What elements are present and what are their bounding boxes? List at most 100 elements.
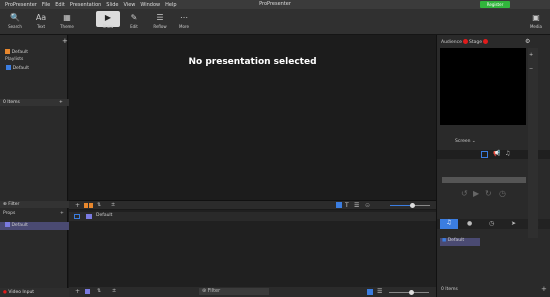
bottom-zoom-thumb[interactable] <box>409 290 414 295</box>
library-label: Default <box>11 50 29 55</box>
reflow-label: Reflow <box>153 24 167 29</box>
menu-edit[interactable]: Edit <box>55 2 65 8</box>
menu-view[interactable]: View <box>124 2 136 8</box>
bottom-toolbar: + ⇅ ± ⊛ Filter ☰ <box>69 287 436 297</box>
stage-toggle[interactable]: Stage <box>469 39 489 45</box>
media-icon: ▣ <box>532 13 540 22</box>
clock-icon[interactable]: ◷ <box>489 220 494 227</box>
mic-icon[interactable]: ● <box>467 220 472 227</box>
slides-tab-icon[interactable] <box>481 151 488 158</box>
show-button[interactable]: ▶ Show <box>96 12 120 34</box>
playlist-label: Default <box>12 66 30 71</box>
video-input-bar[interactable]: ● Video Input <box>0 288 71 297</box>
menu-app[interactable]: ProPresenter <box>5 2 37 8</box>
screen-dropdown[interactable]: Screen ⌄ <box>455 139 476 144</box>
output-settings-icon[interactable]: ⚙ <box>525 38 530 45</box>
add-bottom-icon[interactable]: + <box>75 288 80 295</box>
bottom-plus-minus-icon[interactable]: ± <box>112 288 116 294</box>
send-icon[interactable]: ➤ <box>511 220 516 227</box>
add-prop-icon[interactable]: + <box>60 211 64 216</box>
edit-label: Edit <box>130 24 138 29</box>
minus-icon[interactable]: − <box>529 66 533 72</box>
more-button[interactable]: ⋯ More <box>172 12 196 34</box>
media-button[interactable]: ▣ Media <box>524 12 548 34</box>
text-button[interactable]: Aa Text <box>29 12 53 34</box>
bottom-sort-icon[interactable]: ⇅ <box>97 288 101 294</box>
register-button[interactable]: Register <box>480 1 510 8</box>
zoom-slider-thumb[interactable] <box>410 203 415 208</box>
media-scrubber[interactable] <box>442 177 526 183</box>
screen-label: Screen <box>455 139 471 144</box>
grid-view-icon[interactable] <box>336 202 342 208</box>
audio-item-label: Default <box>447 238 465 243</box>
bottom-list-icon[interactable]: ☰ <box>377 288 382 295</box>
playlist-row-icon <box>74 214 80 219</box>
props-icon <box>5 222 10 227</box>
megaphone-icon[interactable]: 📢 <box>493 150 500 157</box>
props-header: Props + <box>0 211 71 218</box>
zoom-slider-fill <box>390 205 412 206</box>
plus-minus-icon[interactable]: ± <box>111 202 115 208</box>
pencil-icon: ✎ <box>130 13 138 22</box>
filter-icon: ⊛ <box>3 202 7 207</box>
playlist-icon <box>6 65 11 70</box>
audience-label: Audience <box>441 40 462 45</box>
text-view-icon[interactable]: T <box>345 202 349 209</box>
library-list-row[interactable]: Default <box>69 212 436 221</box>
play-icon: ▶ <box>104 13 112 22</box>
bottom-filter-label: Filter <box>207 288 221 294</box>
library-list <box>69 210 436 287</box>
bottom-view-icon[interactable] <box>85 289 90 294</box>
audience-toggle[interactable]: Audience <box>441 39 469 45</box>
play-icon[interactable]: ▶ <box>473 189 479 198</box>
add-right-icon[interactable]: + <box>541 285 547 293</box>
audio-item-default[interactable]: ■ Default <box>440 238 480 246</box>
sort-icon[interactable]: ⇅ <box>97 202 101 208</box>
add-item-icon[interactable]: + <box>59 99 63 106</box>
playlist-item-default[interactable]: Default <box>0 65 74 73</box>
add-presentation-icon[interactable]: + <box>75 202 80 209</box>
empty-presentation-message: No presentation selected <box>188 57 317 67</box>
library-view-icon-2[interactable] <box>89 203 93 208</box>
reflow-button[interactable]: ☰ Reflow <box>148 12 172 34</box>
menu-slide[interactable]: Slide <box>106 2 118 8</box>
library-row-label: Default <box>96 213 113 218</box>
items-header: 0 Items + <box>0 99 71 106</box>
props-label: Props <box>3 211 16 216</box>
stage-status-icon <box>483 39 489 44</box>
settings-icon[interactable]: ⊝ <box>365 202 370 209</box>
menu-file[interactable]: File <box>42 2 50 8</box>
library-header: + <box>0 38 68 45</box>
menu-help[interactable]: Help <box>165 2 176 8</box>
add-icon[interactable]: + <box>62 38 68 45</box>
audio-tab-icon[interactable]: ♫ <box>440 219 458 229</box>
plus-icon[interactable]: + <box>529 52 533 58</box>
timer-icon[interactable]: ◷ <box>499 189 506 198</box>
edit-button[interactable]: ✎ Edit <box>122 12 146 34</box>
library-view-icon[interactable] <box>84 203 88 208</box>
search-icon: 🔍 <box>10 13 20 22</box>
search-label: Search <box>8 24 22 29</box>
audience-status-icon <box>463 39 469 44</box>
bottom-grid-icon[interactable] <box>367 289 373 295</box>
right-scrollbar[interactable]: + − <box>528 48 538 238</box>
menu-window[interactable]: Window <box>140 2 160 8</box>
props-default-label: Default <box>11 223 28 228</box>
more-icon: ⋯ <box>180 13 188 22</box>
reflow-icon: ☰ <box>156 13 164 22</box>
library-item-default[interactable]: Default <box>0 49 73 57</box>
forward-icon[interactable]: ↻ <box>485 189 492 198</box>
theme-button[interactable]: ▦ Theme <box>55 12 79 34</box>
text-label: Text <box>36 24 46 29</box>
menu-bar: ProPresenter File Edit Presentation Slid… <box>0 0 550 9</box>
grid-icon: ▦ <box>63 13 71 22</box>
rewind-icon[interactable]: ↺ <box>461 189 468 198</box>
search-button[interactable]: 🔍 Search <box>3 12 27 34</box>
filter-bar[interactable]: ⊛ Filter <box>0 201 71 208</box>
music-note-icon[interactable]: ♫ <box>505 150 510 157</box>
menu-presentation[interactable]: Presentation <box>70 2 101 8</box>
list-view-icon[interactable]: ☰ <box>354 202 359 209</box>
library-panel: + Default Playlists Default 0 Items + ⊛ … <box>0 35 73 297</box>
bottom-filter-field[interactable]: ⊛ Filter <box>199 288 269 295</box>
props-item-default[interactable]: Default <box>0 222 73 230</box>
